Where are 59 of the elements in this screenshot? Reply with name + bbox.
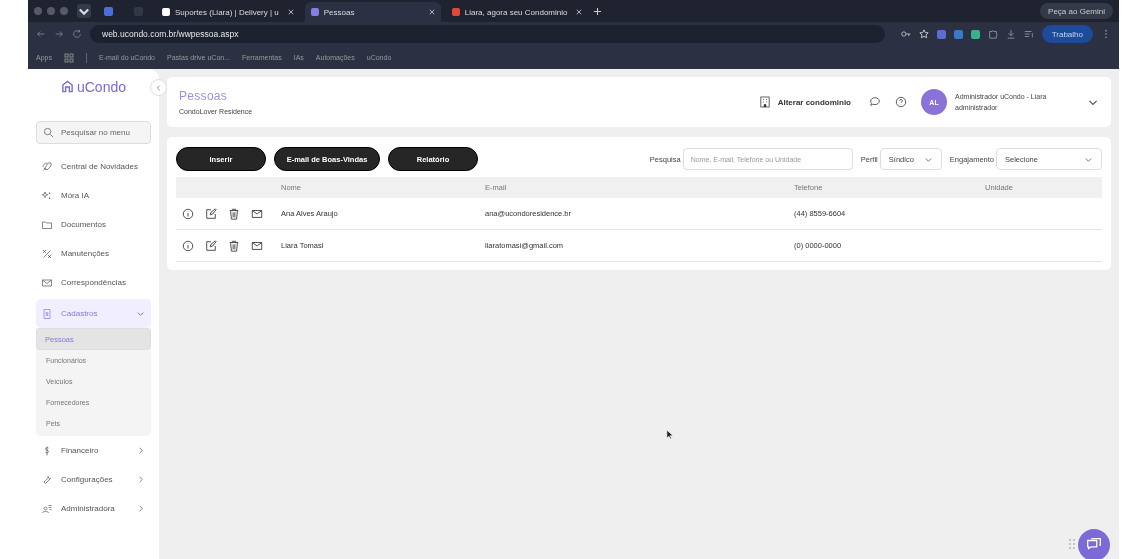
logo-text: uCondo: [76, 79, 126, 95]
trash-icon[interactable]: [228, 239, 240, 252]
sidebar-item[interactable]: Correspondências: [36, 268, 151, 297]
gemini-button[interactable]: Peça ao Gemini: [1040, 3, 1113, 19]
edit-icon[interactable]: [205, 239, 217, 252]
sparkles-icon: [41, 189, 53, 202]
mail-icon[interactable]: [251, 207, 263, 220]
mouse-cursor: [666, 429, 673, 440]
sidebar-item[interactable]: Central de Novidades: [36, 152, 151, 181]
sidebar-item[interactable]: Financeiro: [36, 436, 151, 465]
edit-icon[interactable]: [205, 207, 217, 220]
window-minimize-button[interactable]: [47, 7, 55, 15]
browser-tab[interactable]: Suportes (Liara) | Delivery | u: [156, 2, 300, 22]
puzzle-icon[interactable]: [987, 29, 998, 39]
menu-search-field[interactable]: Pesquisar no menu: [36, 121, 151, 144]
chevron-right-icon: [136, 446, 145, 455]
address-bar[interactable]: web.ucondo.com.br/wwpessoa.aspx: [90, 25, 885, 43]
download-icon[interactable]: [1005, 29, 1016, 39]
star-icon[interactable]: [918, 29, 929, 39]
id-card-icon: [41, 307, 53, 320]
grid-icon[interactable]: [63, 52, 74, 63]
close-icon[interactable]: [576, 9, 583, 15]
info-icon[interactable]: [182, 239, 194, 252]
users-icon: [41, 502, 53, 515]
browser-tab[interactable]: Liara, agora seu Condominio: [445, 2, 589, 22]
house-logo-icon: [60, 79, 74, 93]
help-icon[interactable]: [895, 96, 907, 108]
info-icon[interactable]: [182, 207, 194, 220]
sidebar-item[interactable]: Configurações: [36, 465, 151, 494]
drag-handle-icon[interactable]: [1069, 539, 1075, 549]
sidebar-item[interactable]: Móra IA: [36, 181, 151, 210]
window-close-button[interactable]: [34, 7, 42, 15]
browser-tab[interactable]: Pessoas: [304, 2, 441, 22]
chat-icon[interactable]: [869, 96, 881, 108]
page-title: Pessoas: [179, 89, 229, 103]
close-icon[interactable]: [428, 9, 435, 15]
mail-icon[interactable]: [251, 239, 263, 252]
profile-button[interactable]: Trabalho: [1041, 25, 1093, 43]
change-condo-button[interactable]: Alterar condominio: [759, 96, 851, 108]
chevron-right-icon: [136, 475, 145, 484]
sidebar-item[interactable]: Administradora: [36, 494, 151, 523]
reading-list-icon[interactable]: [1023, 29, 1034, 39]
building-icon: [759, 96, 770, 108]
new-tab-icon[interactable]: [593, 6, 603, 16]
close-icon[interactable]: [287, 9, 294, 15]
reload-icon[interactable]: [72, 29, 82, 39]
chevron-down-icon[interactable]: [77, 4, 91, 18]
chevron-right-icon: [136, 504, 145, 513]
key-icon[interactable]: [900, 29, 911, 39]
sidebar-item[interactable]: Manutenções: [36, 239, 151, 268]
trash-icon[interactable]: [228, 207, 240, 220]
folder-icon: [41, 218, 53, 231]
pinned-tab-icon[interactable]: [104, 6, 113, 16]
chevron-down-icon: [136, 309, 145, 318]
chat-button[interactable]: [1078, 529, 1110, 559]
chevron-left-icon: [154, 83, 163, 92]
sidebar-item[interactable]: Documentos: [36, 210, 151, 239]
window-zoom-button[interactable]: [60, 7, 68, 15]
mail-icon: [41, 276, 53, 289]
